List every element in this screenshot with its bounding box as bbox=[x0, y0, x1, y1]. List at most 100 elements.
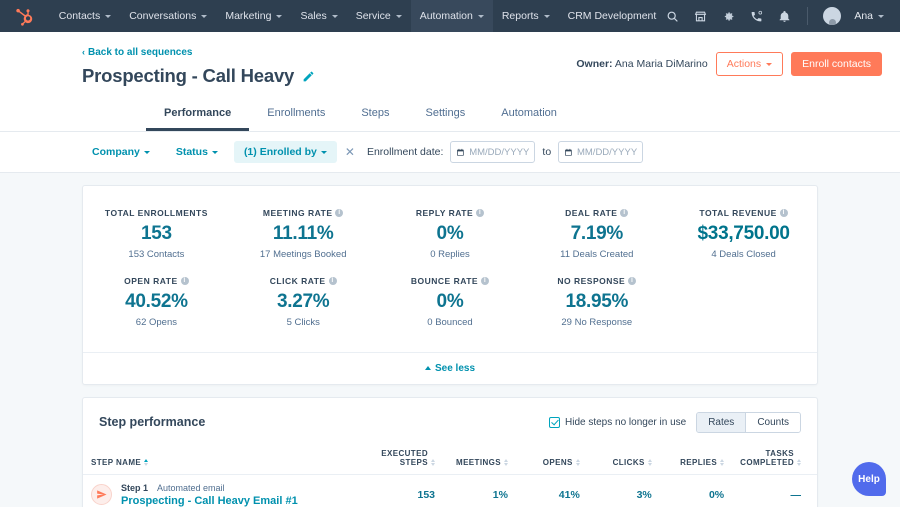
metric-label: NO RESPONSE bbox=[557, 276, 626, 286]
chevron-down-icon bbox=[477, 14, 484, 18]
back-to-all-sequences-link[interactable]: ‹ Back to all sequences bbox=[82, 47, 193, 58]
help-button[interactable]: Help bbox=[852, 462, 886, 496]
nav-item-contacts[interactable]: Contacts bbox=[50, 0, 120, 32]
enrollment-date-to-input[interactable]: MM/DD/YYYY bbox=[558, 141, 644, 163]
filter-company[interactable]: Company bbox=[82, 141, 160, 163]
clicks-value: 3% bbox=[587, 474, 660, 507]
info-icon[interactable]: i bbox=[481, 277, 490, 285]
filter-label: Status bbox=[175, 146, 208, 158]
column-meetings[interactable]: MEETINGS bbox=[443, 442, 516, 475]
column-label: EXECUTED STEPS bbox=[381, 448, 429, 467]
toggle-counts-button[interactable]: Counts bbox=[745, 412, 800, 432]
column-replies[interactable]: REPLIES bbox=[659, 442, 733, 475]
metric-sublabel: 0 Replies bbox=[430, 249, 470, 260]
toggle-rates-button[interactable]: Rates bbox=[697, 412, 746, 432]
nav-item-reports[interactable]: Reports bbox=[493, 0, 559, 32]
metric-meeting-rate: MEETING RATE i 11.11% 17 Meetings Booked bbox=[230, 208, 377, 276]
tab-settings[interactable]: Settings bbox=[407, 101, 483, 131]
metric-value: $33,750.00 bbox=[697, 223, 790, 244]
hide-steps-checkbox[interactable]: Hide steps no longer in use bbox=[549, 416, 686, 428]
metric-total-revenue: TOTAL REVENUE i $33,750.00 4 Deals Closed bbox=[670, 208, 817, 276]
notifications-bell-icon[interactable] bbox=[777, 9, 792, 24]
metric-value: 153 bbox=[140, 223, 172, 244]
info-icon[interactable]: i bbox=[779, 209, 788, 217]
info-icon[interactable]: i bbox=[328, 277, 337, 285]
info-icon[interactable]: i bbox=[476, 209, 485, 217]
metric-label: MEETING RATE bbox=[262, 208, 333, 218]
marketplace-icon[interactable] bbox=[693, 9, 708, 24]
metric-empty-slot bbox=[670, 276, 817, 344]
column-step-name[interactable]: STEP NAME bbox=[83, 442, 364, 475]
table-body: Step 1 Automated email Prospecting - Cal… bbox=[83, 474, 817, 507]
column-opens[interactable]: OPENS bbox=[515, 442, 588, 475]
column-tasks-completed[interactable]: TASKS COMPLETED bbox=[732, 442, 817, 475]
search-icon[interactable] bbox=[665, 9, 680, 24]
filter-status[interactable]: Status bbox=[166, 141, 228, 163]
chevron-down-icon bbox=[543, 14, 550, 18]
user-menu[interactable]: Ana bbox=[854, 10, 884, 22]
nav-item-service[interactable]: Service bbox=[347, 0, 411, 32]
tab-steps[interactable]: Steps bbox=[343, 101, 407, 131]
nav-item-marketing[interactable]: Marketing bbox=[216, 0, 291, 32]
column-clicks[interactable]: CLICKS bbox=[587, 442, 660, 475]
nav-item-automation[interactable]: Automation bbox=[410, 0, 493, 32]
help-label: Help bbox=[858, 473, 880, 485]
settings-gear-icon[interactable] bbox=[721, 9, 736, 24]
opens-value: 41% bbox=[515, 474, 588, 507]
metric-label: TOTAL ENROLLMENTS bbox=[104, 208, 208, 218]
metric-deal-rate: DEAL RATE i 7.19% 11 Deals Created bbox=[523, 208, 670, 276]
nav-item-crm-development[interactable]: CRM Development bbox=[559, 0, 666, 32]
metric-sublabel: 153 Contacts bbox=[128, 249, 185, 260]
step-performance-title: Step performance bbox=[99, 415, 206, 429]
calendar-icon bbox=[565, 148, 572, 156]
info-icon[interactable]: i bbox=[620, 209, 629, 217]
tab-automation[interactable]: Automation bbox=[483, 101, 575, 131]
replies-value: 0% bbox=[659, 474, 733, 507]
metric-label: TOTAL REVENUE bbox=[699, 208, 777, 218]
actions-button[interactable]: Actions bbox=[715, 52, 784, 76]
nav-item-conversations[interactable]: Conversations bbox=[120, 0, 216, 32]
step-performance-card: Step performance Hide steps no longer in… bbox=[82, 396, 818, 507]
nav-item-label: Contacts bbox=[58, 10, 101, 22]
chevron-down-icon bbox=[878, 14, 884, 18]
metric-open-rate: OPEN RATE i 40.52% 62 Opens bbox=[83, 276, 230, 344]
nav-item-sales[interactable]: Sales bbox=[291, 0, 346, 32]
metric-bounce-rate: BOUNCE RATE i 0% 0 Bounced bbox=[377, 276, 524, 344]
tab-performance[interactable]: Performance bbox=[146, 101, 250, 131]
global-navigation-bar: Contacts Conversations Marketing Sales S… bbox=[0, 0, 900, 32]
page-tabs: Performance Enrollments Steps Settings A… bbox=[82, 101, 882, 131]
column-label: CLICKS bbox=[612, 457, 645, 467]
app-window: Contacts Conversations Marketing Sales S… bbox=[0, 0, 900, 507]
pencil-edit-icon[interactable] bbox=[302, 70, 315, 83]
table-header: STEP NAME EXECUTED STEPS MEETINGS OPENS … bbox=[83, 442, 817, 475]
chevron-down-icon bbox=[276, 14, 283, 18]
hubspot-sprocket-logo[interactable] bbox=[14, 5, 36, 27]
column-label: STEP NAME bbox=[91, 457, 142, 467]
phone-icon[interactable] bbox=[749, 9, 764, 24]
enroll-contacts-button[interactable]: Enroll contacts bbox=[791, 52, 882, 76]
nav-divider bbox=[807, 7, 809, 25]
metric-sublabel: 5 Clicks bbox=[286, 317, 320, 328]
avatar[interactable] bbox=[823, 7, 842, 25]
see-less-toggle[interactable]: See less bbox=[83, 352, 817, 384]
page-title: Prospecting - Call Heavy bbox=[82, 65, 295, 86]
filter-enrolled-by[interactable]: (1) Enrolled by bbox=[233, 141, 337, 163]
column-executed-steps[interactable]: EXECUTED STEPS bbox=[363, 442, 444, 475]
enrollment-date-from-input[interactable]: MM/DD/YYYY bbox=[450, 141, 536, 163]
metric-value: 0% bbox=[436, 223, 464, 244]
metric-click-rate: CLICK RATE i 3.27% 5 Clicks bbox=[230, 276, 377, 344]
info-icon[interactable]: i bbox=[180, 277, 189, 285]
metric-sublabel: 11 Deals Created bbox=[560, 249, 634, 260]
info-icon[interactable]: i bbox=[335, 209, 344, 217]
step-name-cell: Step 1 Automated email Prospecting - Cal… bbox=[83, 474, 364, 507]
nav-item-label: Reports bbox=[501, 10, 539, 22]
info-icon[interactable]: i bbox=[628, 277, 637, 285]
chevron-down-icon bbox=[766, 62, 773, 66]
chevron-down-icon bbox=[395, 14, 402, 18]
clear-filter-x-icon[interactable]: ✕ bbox=[345, 146, 355, 158]
tab-enrollments[interactable]: Enrollments bbox=[249, 101, 343, 131]
table-row[interactable]: Step 1 Automated email Prospecting - Cal… bbox=[83, 474, 817, 507]
step-name-link[interactable]: Prospecting - Call Heavy Email #1 bbox=[121, 495, 298, 507]
metric-sublabel: 0 Bounced bbox=[427, 317, 473, 328]
tab-label: Enrollments bbox=[267, 107, 326, 119]
